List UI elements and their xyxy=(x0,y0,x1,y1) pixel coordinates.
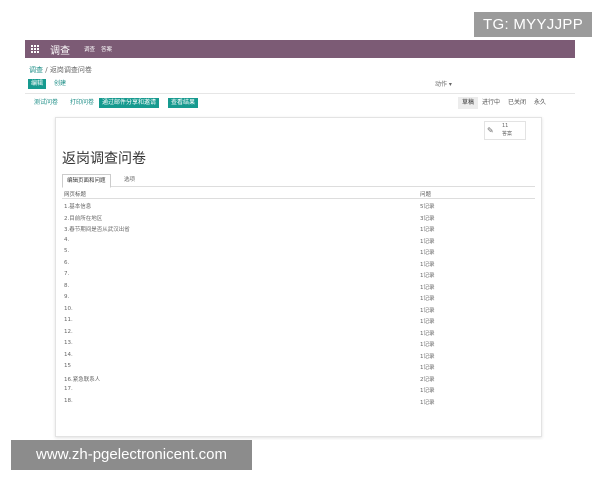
row-question-count: 1记录 xyxy=(420,261,435,268)
row-question-count: 1记录 xyxy=(420,250,435,256)
table-row[interactable]: 13. 1记录 xyxy=(62,338,535,350)
share-invite-button[interactable]: 通过邮件分享和邀请 xyxy=(99,98,160,108)
print-survey-button[interactable]: 打印问卷 xyxy=(67,98,97,108)
nav-menu-survey[interactable]: 调查 xyxy=(84,45,95,53)
answers-label: 答案 xyxy=(502,131,513,137)
actions-dropdown[interactable]: 动作 ▾ xyxy=(435,79,452,88)
breadcrumb-separator: / xyxy=(45,66,48,74)
create-button[interactable]: 创建 xyxy=(51,79,69,89)
row-page-title: 14. xyxy=(64,351,73,358)
watermark-bottom: www.zh-pgelectronicent.com xyxy=(11,440,252,470)
table-row[interactable]: 16.紧急联系人 2记录 xyxy=(62,373,535,385)
table-row[interactable]: 17. 1记录 xyxy=(62,384,535,396)
status-bar: 草稿 进行中 已关闭 永久 xyxy=(458,97,550,109)
form-sheet: ✎ 11 答案 返岗调查问卷 编辑页面和问题 选项 网页标题 问题 1.基本信息… xyxy=(55,117,542,437)
row-page-title: 6. xyxy=(64,259,70,266)
row-page-title: 13. xyxy=(64,340,73,346)
row-page-title: 5. xyxy=(64,248,70,254)
status-closed[interactable]: 已关闭 xyxy=(504,97,530,109)
edit-button[interactable]: 编辑 xyxy=(28,79,47,89)
row-question-count: 1记录 xyxy=(420,296,435,302)
nav-menu-answers[interactable]: 答案 xyxy=(101,45,112,53)
row-page-title: 10. xyxy=(64,305,73,312)
table-row[interactable]: 8. 1记录 xyxy=(62,281,535,293)
table-row[interactable]: 10. 1记录 xyxy=(62,304,535,316)
row-question-count: 2记录 xyxy=(420,376,435,383)
apps-grid-icon[interactable] xyxy=(28,45,42,53)
table-row[interactable]: 3.春节期间是否从武汉出省 1记录 xyxy=(62,223,535,235)
status-draft[interactable]: 草稿 xyxy=(458,97,479,109)
row-page-title: 1.基本信息 xyxy=(64,204,92,210)
row-question-count: 1记录 xyxy=(420,388,435,394)
row-page-title: 7. xyxy=(64,271,70,277)
row-page-title: 18. xyxy=(64,397,73,404)
table-row[interactable]: 7. 1记录 xyxy=(62,269,535,281)
row-question-count: 1记录 xyxy=(420,227,435,233)
header-questions[interactable]: 问题 xyxy=(420,190,431,198)
row-question-count: 1记录 xyxy=(420,238,435,245)
breadcrumb-parent[interactable]: 调查 xyxy=(29,66,43,74)
row-question-count: 1记录 xyxy=(420,365,435,371)
table-body: 1.基本信息 5记录 2.目前所在地区 3记录 3.春节期间是否从武汉出省 1记录 4. 1记… xyxy=(62,200,535,407)
status-permanent[interactable]: 永久 xyxy=(530,97,550,109)
row-page-title: 11. xyxy=(64,317,73,323)
answers-count: 11 xyxy=(502,123,509,129)
breadcrumb-current: 返岗调查问卷 xyxy=(49,66,92,74)
row-question-count: 1记录 xyxy=(420,399,435,406)
row-question-count: 1记录 xyxy=(420,319,435,325)
answers-stat-button[interactable]: ✎ 11 答案 xyxy=(484,121,526,140)
row-question-count: 1记录 xyxy=(420,353,435,360)
row-page-title: 4. xyxy=(64,236,70,243)
tab-pages-questions[interactable]: 编辑页面和问题 xyxy=(62,174,111,188)
row-page-title: 15 xyxy=(64,363,71,369)
top-navbar: 调查 调查 答案 xyxy=(25,40,575,58)
table-header: 网页标题 问题 xyxy=(62,188,535,199)
table-row[interactable]: 14. 1记录 xyxy=(62,350,535,362)
table-row[interactable]: 9. 1记录 xyxy=(62,292,535,304)
row-question-count: 1记录 xyxy=(420,284,435,291)
row-question-count: 5记录 xyxy=(420,204,435,210)
table-row[interactable]: 1.基本信息 5记录 xyxy=(62,200,535,212)
row-page-title: 3.春节期间是否从武汉出省 xyxy=(64,227,130,233)
table-row[interactable]: 2.目前所在地区 3记录 xyxy=(62,212,535,224)
watermark-top: TG: MYYJJPP xyxy=(474,12,592,37)
row-question-count: 1记录 xyxy=(420,342,435,348)
survey-title: 返岗调查问卷 xyxy=(62,151,146,167)
row-page-title: 8. xyxy=(64,282,70,289)
table-row[interactable]: 12. 1记录 xyxy=(62,327,535,339)
row-page-title: 2.目前所在地区 xyxy=(64,215,103,222)
header-page-title[interactable]: 网页标题 xyxy=(64,190,86,198)
table-row[interactable]: 11. 1记录 xyxy=(62,315,535,327)
breadcrumb: 调查 / 返岗调查问卷 xyxy=(29,65,92,75)
row-question-count: 1记录 xyxy=(420,307,435,314)
row-page-title: 9. xyxy=(64,294,70,300)
status-in-progress[interactable]: 进行中 xyxy=(478,97,504,109)
row-question-count: 3记录 xyxy=(420,215,435,222)
view-results-button[interactable]: 查看结果 xyxy=(168,98,199,108)
table-row[interactable]: 5. 1记录 xyxy=(62,246,535,258)
row-page-title: 17. xyxy=(64,386,73,392)
row-question-count: 1记录 xyxy=(420,330,435,337)
edit-icon: ✎ xyxy=(487,126,494,135)
toolbar-divider xyxy=(25,93,575,94)
table-row[interactable]: 6. 1记录 xyxy=(62,258,535,270)
tab-options[interactable]: 选项 xyxy=(120,174,139,186)
tab-bar: 编辑页面和问题 选项 xyxy=(62,174,535,188)
test-survey-button[interactable]: 测试问卷 xyxy=(31,98,61,108)
table-row[interactable]: 15 1记录 xyxy=(62,361,535,373)
row-question-count: 1记录 xyxy=(420,273,435,279)
table-row[interactable]: 18. 1记录 xyxy=(62,396,535,408)
app-brand[interactable]: 调查 xyxy=(50,42,70,57)
row-page-title: 16.紧急联系人 xyxy=(64,376,101,383)
table-row[interactable]: 4. 1记录 xyxy=(62,235,535,247)
app-window: 调查 调查 答案 调查 / 返岗调查问卷 编辑 创建 动作 ▾ 测试问卷 打印问… xyxy=(25,40,575,440)
row-page-title: 12. xyxy=(64,328,73,335)
